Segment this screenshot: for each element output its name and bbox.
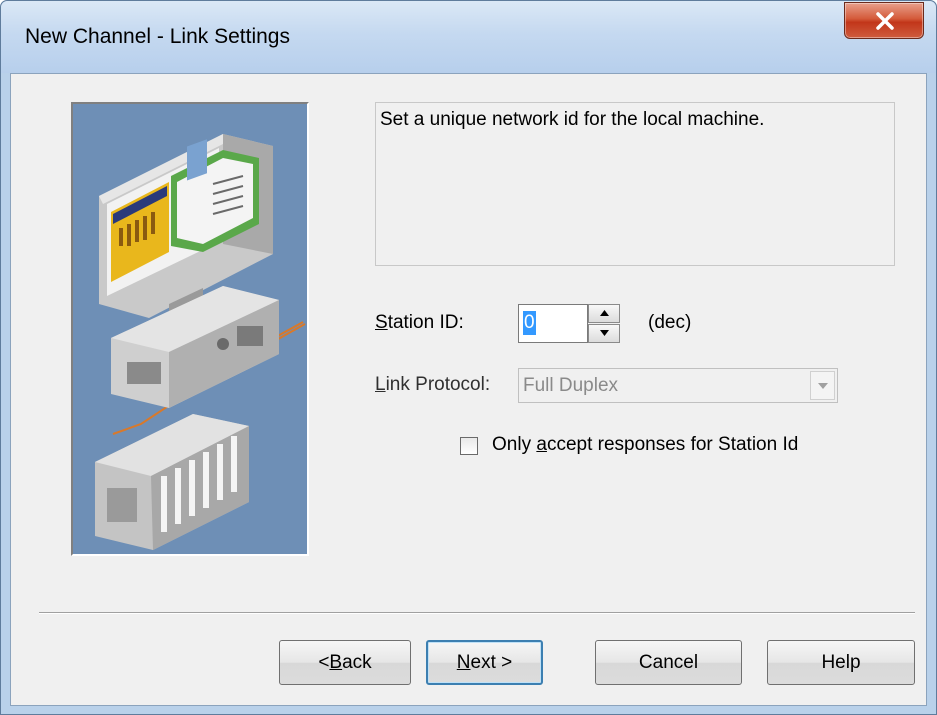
- only-accept-label[interactable]: Only accept responses for Station Id: [492, 434, 798, 456]
- close-x-icon: [876, 12, 894, 30]
- link-protocol-dropdown-button[interactable]: [810, 371, 835, 400]
- link-protocol-select[interactable]: Full Duplex: [518, 368, 838, 403]
- spin-up-button[interactable]: [588, 304, 620, 323]
- dialog-client-area: Set a unique network id for the local ma…: [10, 73, 927, 706]
- next-button[interactable]: Next >: [426, 640, 543, 685]
- spin-down-button[interactable]: [588, 324, 620, 343]
- station-id-input[interactable]: 0: [518, 304, 588, 343]
- back-button[interactable]: < Back: [279, 640, 411, 685]
- close-button[interactable]: [844, 2, 924, 39]
- chevron-up-icon: [600, 310, 609, 316]
- station-id-value: 0: [523, 311, 536, 335]
- title-bar[interactable]: New Channel - Link Settings: [1, 1, 936, 73]
- button-separator: [39, 612, 915, 614]
- station-id-spinner[interactable]: [588, 304, 620, 343]
- dialog-window: New Channel - Link Settings Set a unique…: [0, 0, 937, 715]
- computer-plc-illustration: [71, 102, 309, 556]
- chevron-down-icon: [600, 330, 609, 336]
- station-id-unit: (dec): [648, 312, 692, 333]
- window-title: New Channel - Link Settings: [25, 25, 290, 48]
- only-accept-checkbox[interactable]: [460, 437, 478, 455]
- station-id-label: Station ID:: [375, 312, 464, 333]
- help-button[interactable]: Help: [767, 640, 915, 685]
- cancel-button[interactable]: Cancel: [595, 640, 742, 685]
- dropdown-arrow-icon: [818, 383, 828, 389]
- description-box: Set a unique network id for the local ma…: [375, 102, 895, 266]
- link-protocol-value: Full Duplex: [523, 375, 619, 396]
- link-protocol-label: Link Protocol:: [375, 374, 491, 395]
